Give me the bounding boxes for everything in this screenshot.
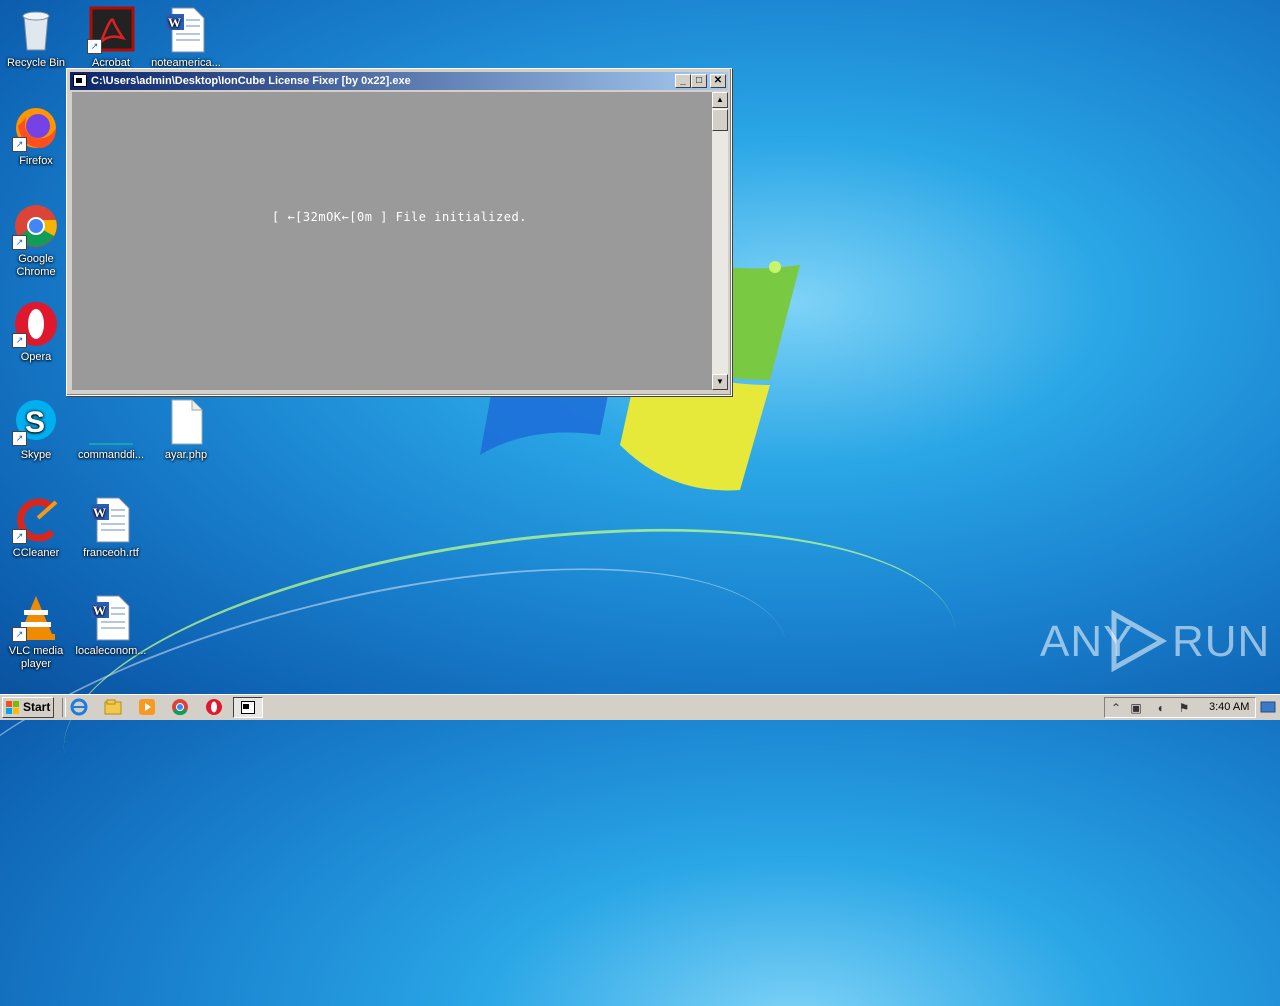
- console-vertical-scrollbar[interactable]: ▲ ▼: [712, 92, 728, 390]
- shortcut-arrow-icon: ↗: [87, 39, 102, 54]
- ie-icon[interactable]: [70, 698, 90, 718]
- watermark-right-text: RUN: [1172, 617, 1271, 666]
- shortcut-arrow-icon: ↗: [12, 235, 27, 250]
- desktop-icon-recycle-bin[interactable]: Recycle Bin: [0, 6, 74, 70]
- taskbar: Start ⌃ ▣ ◖ ⚑ 3:40 AM: [0, 694, 1280, 720]
- network-icon[interactable]: ▣: [1129, 701, 1143, 715]
- console-output-area[interactable]: [ ←[32mOK←[0m ] File initialized.: [72, 92, 712, 390]
- svg-text:W: W: [93, 603, 106, 618]
- opera-icon[interactable]: [205, 698, 225, 718]
- firefox-icon: ↗: [12, 104, 60, 152]
- vlc-icon: ↗: [12, 594, 60, 642]
- blank-file-icon: [87, 398, 135, 446]
- opera-icon: ↗: [12, 300, 60, 348]
- scroll-up-arrow-icon[interactable]: ▲: [712, 92, 728, 108]
- chrome-icon: ↗: [12, 202, 60, 250]
- desktop-icon-label: VLC media player: [8, 645, 64, 670]
- word-document-icon: W: [87, 496, 135, 544]
- show-hidden-icons-icon[interactable]: ⌃: [1109, 701, 1123, 715]
- action-center-flag-icon[interactable]: ⚑: [1177, 701, 1191, 715]
- desktop-icon-label: Opera: [20, 351, 52, 363]
- desktop-icon-label: localeconom...: [75, 645, 147, 657]
- skype-icon: S ↗: [12, 398, 60, 446]
- desktop-icon-label: commanddi...: [77, 449, 145, 461]
- media-player-icon[interactable]: [138, 698, 158, 718]
- svg-text:W: W: [168, 15, 181, 30]
- play-triangle-icon: [1111, 610, 1168, 672]
- desktop-icon-ccleaner[interactable]: ↗ CCleaner: [0, 496, 74, 560]
- maximize-button[interactable]: □: [691, 74, 707, 88]
- close-button[interactable]: ✕: [710, 74, 726, 88]
- console-output-line: [ ←[32mOK←[0m ] File initialized.: [272, 210, 527, 224]
- show-desktop-icon[interactable]: [1260, 699, 1276, 716]
- chrome-icon[interactable]: [171, 698, 191, 718]
- desktop-icon-franceoh-rtf[interactable]: W franceoh.rtf: [73, 496, 149, 560]
- acrobat-icon: ↗: [87, 6, 135, 54]
- console-window-title: C:\Users\admin\Desktop\IonCube License F…: [91, 75, 411, 87]
- recycle-bin-icon: [12, 6, 60, 54]
- desktop-icon-skype[interactable]: S ↗ Skype: [0, 398, 74, 462]
- taskbar-separator: [62, 698, 66, 717]
- start-button[interactable]: Start: [2, 697, 54, 718]
- taskbar-clock[interactable]: 3:40 AM: [1209, 701, 1249, 713]
- console-window[interactable]: C:\Users\admin\Desktop\IonCube License F…: [66, 68, 732, 396]
- desktop-icon-google-chrome[interactable]: ↗ Google Chrome: [0, 202, 74, 279]
- anyrun-watermark: ANY RUN: [1040, 610, 1269, 672]
- word-document-icon: W: [162, 6, 210, 54]
- shortcut-arrow-icon: ↗: [12, 137, 27, 152]
- desktop-icon-acrobat[interactable]: ↗ Acrobat: [73, 6, 149, 70]
- php-file-icon: [162, 398, 210, 446]
- scroll-down-arrow-icon[interactable]: ▼: [712, 374, 728, 390]
- console-title-bar[interactable]: C:\Users\admin\Desktop\IonCube License F…: [70, 72, 728, 90]
- volume-icon[interactable]: ◖: [1153, 701, 1167, 715]
- console-window-icon: [241, 701, 255, 714]
- shortcut-arrow-icon: ↗: [12, 431, 27, 446]
- shortcut-arrow-icon: ↗: [12, 333, 27, 348]
- windows-flag-icon: [6, 701, 20, 714]
- desktop-icon-localeconom[interactable]: W localeconom...: [73, 594, 149, 658]
- desktop-icon-label: ayar.php: [164, 449, 208, 461]
- desktop-icon-label: Google Chrome: [16, 253, 56, 278]
- desktop-icon-label: Skype: [20, 449, 52, 461]
- desktop-icon-label: Recycle Bin: [6, 57, 66, 69]
- svg-text:S: S: [25, 406, 45, 439]
- desktop-icon-opera[interactable]: ↗ Opera: [0, 300, 74, 364]
- shortcut-arrow-icon: ↗: [12, 627, 27, 642]
- desktop-icon-firefox[interactable]: ↗ Firefox: [0, 104, 74, 168]
- taskbar-console-button[interactable]: [233, 697, 263, 718]
- desktop-icon-ayar-php[interactable]: ayar.php: [148, 398, 224, 462]
- system-tray: ⌃ ▣ ◖ ⚑ 3:40 AM: [1104, 697, 1256, 718]
- explorer-icon[interactable]: [104, 698, 124, 718]
- scroll-thumb[interactable]: [712, 109, 728, 131]
- desktop-icon-label: Firefox: [19, 155, 53, 167]
- desktop-icon-noteamerica[interactable]: W noteamerica...: [148, 6, 224, 70]
- desktop-icon-commanddi[interactable]: commanddi...: [73, 398, 149, 462]
- shortcut-arrow-icon: ↗: [12, 529, 27, 544]
- desktop-icon-vlc[interactable]: ↗ VLC media player: [0, 594, 74, 671]
- desktop-icon-label: CCleaner: [12, 547, 60, 559]
- word-document-icon: W: [87, 594, 135, 642]
- minimize-button[interactable]: _: [675, 74, 691, 88]
- start-label: Start: [23, 700, 51, 714]
- desktop-icon-label: franceoh.rtf: [83, 547, 139, 559]
- console-app-icon[interactable]: [73, 74, 87, 87]
- svg-text:W: W: [93, 505, 106, 520]
- ccleaner-icon: ↗: [12, 496, 60, 544]
